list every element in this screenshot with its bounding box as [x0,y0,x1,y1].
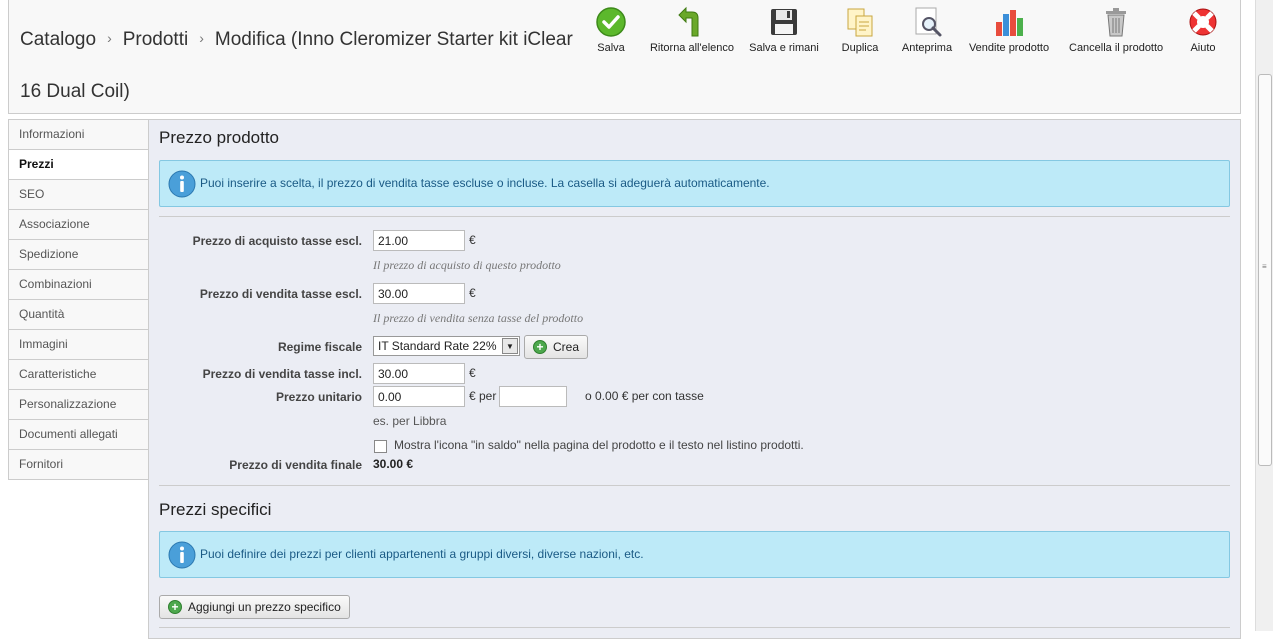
divider [159,627,1230,628]
unit-price-example: es. per Libbra [373,414,447,428]
unit-price-with-tax-text: o 0.00 € per con tasse [585,389,704,403]
page-scrollbar[interactable]: ≡ [1255,0,1273,631]
preview-label: Anteprima [901,42,953,54]
tax-rule-value: IT Standard Rate 22% [378,339,497,353]
wholesale-price-hint: Il prezzo di acquisto di questo prodotto [373,258,561,272]
help-label: Aiuto [1190,42,1216,54]
divider [159,216,1230,217]
save-and-stay-button[interactable]: Salva e rimani [748,6,820,54]
retail-price-label: Prezzo di vendita tasse escl. [199,287,362,301]
sidebar-item-prezzi[interactable]: Prezzi [9,150,148,180]
pricing-panel: Prezzo prodotto Puoi inserire a scelta, … [148,119,1241,639]
magnifier-page-icon [911,6,943,38]
floppy-disk-icon [768,6,800,38]
retail-price-incl-input[interactable] [373,363,465,384]
currency-symbol: € [469,286,476,300]
final-price-value: 30.00 € [373,457,414,471]
unit-type-input[interactable] [499,386,567,407]
sidebar-item-immagini[interactable]: Immagini [9,330,148,360]
save-button[interactable]: Salva [589,6,633,54]
tax-rule-select[interactable]: IT Standard Rate 22% ▼ [373,336,520,356]
back-to-list-button[interactable]: Ritorna all'elenco [649,6,735,54]
return-arrow-icon [676,6,708,38]
create-tax-rule-button[interactable]: + Crea [524,335,589,359]
section-title-product-price: Prezzo prodotto [159,128,280,147]
back-label: Ritorna all'elenco [649,42,735,54]
create-label: Crea [553,340,580,354]
sidebar-item-quantita[interactable]: Quantità [9,300,148,330]
retail-price-hint: Il prezzo di vendita senza tasse del pro… [373,311,584,325]
sidebar-item-associazione[interactable]: Associazione [9,210,148,240]
pricing-info-text: Puoi inserire a scelta, il prezzo di ven… [200,176,770,190]
currency-symbol: € [469,233,476,247]
sidebar-item-informazioni[interactable]: Informazioni [9,120,148,150]
retail-price-input[interactable] [373,283,465,304]
on-sale-checkbox[interactable] [374,440,387,453]
unit-price-per-text: € per [469,389,497,403]
duplicate-pages-icon [844,6,876,38]
retail-price-incl-label: Prezzo di vendita tasse incl. [202,367,362,381]
info-icon [167,540,197,570]
unit-price-label: Prezzo unitario [275,390,362,404]
section-title-specific-prices: Prezzi specifici [159,500,272,519]
preview-button[interactable]: Anteprima [901,6,953,54]
unit-price-input[interactable] [373,386,465,407]
sidebar-item-fornitori[interactable]: Fornitori [9,450,148,480]
currency-symbol: € [469,366,476,380]
chevron-down-icon: ▼ [502,338,518,354]
scrollbar-thumb[interactable]: ≡ [1258,74,1272,466]
delete-label: Cancella il prodotto [1069,42,1164,54]
delete-product-button[interactable]: Cancella il prodotto [1069,6,1163,54]
tax-rule-label: Regime fiscale [277,340,362,354]
save-label: Salva [597,42,625,54]
page-header: Catalogo › Prodotti › Modifica (Inno Cleromi… [8,0,1241,114]
toolbar: Salva Ritorna all'elenco Salva e rimani … [9,6,1240,62]
save-stay-label: Salva e rimani [749,42,819,54]
checkmark-icon [595,6,627,38]
wholesale-price-input[interactable] [373,230,465,251]
help-button[interactable]: Aiuto [1185,6,1221,54]
sales-label: Vendite prodotto [968,42,1050,54]
bar-chart-icon [993,6,1025,38]
sidebar-item-spedizione[interactable]: Spedizione [9,240,148,270]
wholesale-price-label: Prezzo di acquisto tasse escl. [192,234,362,248]
grip-icon: ≡ [1262,262,1267,271]
divider [159,485,1230,486]
sidebar-item-personalizzazione[interactable]: Personalizzazione [9,390,148,420]
plus-icon: + [533,340,547,354]
add-specific-price-label: Aggiungi un prezzo specifico [188,600,341,614]
sidebar-item-documenti-allegati[interactable]: Documenti allegati [9,420,148,450]
info-icon [167,169,197,199]
on-sale-label: Mostra l'icona "in saldo" nella pagina d… [394,438,804,452]
lifebuoy-icon [1187,6,1219,38]
product-tabs-sidebar: Informazioni Prezzi SEO Associazione Spe… [8,119,149,480]
product-sales-button[interactable]: Vendite prodotto [967,6,1051,54]
pricing-info-alert: Puoi inserire a scelta, il prezzo di ven… [159,160,1230,207]
sidebar-item-seo[interactable]: SEO [9,180,148,210]
specific-info-text: Puoi definire dei prezzi per clienti app… [200,547,644,561]
trash-can-icon [1100,6,1132,38]
plus-icon: + [168,600,182,614]
specific-info-alert: Puoi definire dei prezzi per clienti app… [159,531,1230,578]
sidebar-item-combinazioni[interactable]: Combinazioni [9,270,148,300]
add-specific-price-button[interactable]: + Aggiungi un prezzo specifico [159,595,350,619]
duplicate-button[interactable]: Duplica [837,6,883,54]
final-price-label: Prezzo di vendita finale [229,458,362,472]
duplicate-label: Duplica [841,42,879,54]
sidebar-item-caratteristiche[interactable]: Caratteristiche [9,360,148,390]
